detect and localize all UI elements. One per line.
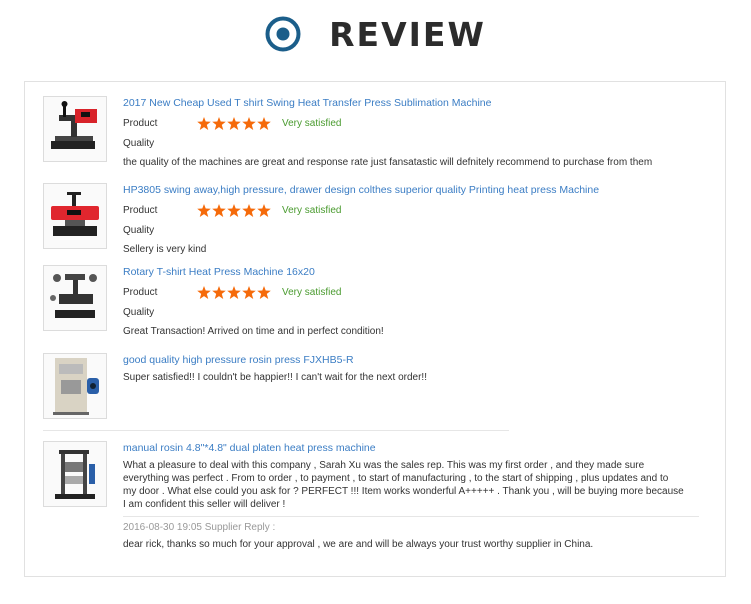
review-comment-line: my door . What else could you ask for ? … [123, 486, 684, 497]
reply-divider [123, 516, 699, 517]
quality-label: Quality [123, 225, 155, 236]
star-icon [212, 117, 226, 130]
review-comment-line: I am confident this seller will deliver … [123, 499, 286, 510]
star-icon [227, 204, 241, 217]
review-comment: Sellery is very kind [123, 244, 207, 255]
quality-label: Quality [123, 307, 155, 318]
rating-text: Very satisfied [282, 118, 342, 129]
review-comment: Great Transaction! Arrived on time and i… [123, 326, 384, 337]
review-item: manual rosin 4.8"*4.8" dual platen heat … [43, 441, 703, 561]
product-title-link[interactable]: manual rosin 4.8"*4.8" dual platen heat … [123, 441, 703, 455]
star-icon [257, 117, 271, 130]
product-title-link[interactable]: HP3805 swing away,high pressure, drawer … [123, 183, 703, 197]
star-icon [242, 204, 256, 217]
page-header: REVIEW [0, 14, 751, 54]
product-rating-row: Product Very satisfied [123, 204, 703, 217]
rating-text: Very satisfied [282, 205, 342, 216]
review-comment-line: everything was perfect . From to order ,… [123, 473, 669, 484]
page-title: REVIEW [329, 14, 486, 54]
product-thumbnail[interactable] [43, 353, 107, 419]
product-thumbnail[interactable] [43, 183, 107, 249]
product-title-link[interactable]: 2017 New Cheap Used T shirt Swing Heat T… [123, 96, 703, 110]
star-icon [242, 286, 256, 299]
star-icon [227, 117, 241, 130]
product-label: Product [123, 118, 158, 129]
product-rating-row: Product Very satisfied [123, 286, 703, 299]
review-item: 2017 New Cheap Used T shirt Swing Heat T… [43, 96, 703, 168]
star-icon [212, 204, 226, 217]
supplier-reply-meta: 2016-08-30 19:05 Supplier Reply : [123, 522, 276, 533]
review-comment: What a pleasure to deal with this compan… [123, 459, 703, 511]
star-icon [197, 117, 211, 130]
heat-press-image [51, 101, 97, 149]
rating-text: Very satisfied [282, 287, 342, 298]
heat-press-image [51, 192, 99, 236]
product-title-link[interactable]: good quality high pressure rosin press F… [123, 353, 703, 367]
review-item: good quality high pressure rosin press F… [43, 353, 703, 419]
review-comment-line: What a pleasure to deal with this compan… [123, 460, 645, 471]
rating-stars [197, 117, 272, 130]
product-title-link[interactable]: Rotary T-shirt Heat Press Machine 16x20 [123, 265, 703, 279]
heat-press-image [50, 274, 97, 318]
star-icon [227, 286, 241, 299]
review-comment: Super satisfied!! I couldn't be happier!… [123, 372, 427, 383]
review-comment: the quality of the machines are great an… [123, 157, 653, 168]
product-thumbnail[interactable] [43, 265, 107, 331]
star-icon [242, 117, 256, 130]
product-label: Product [123, 205, 158, 216]
reviews-panel: 2017 New Cheap Used T shirt Swing Heat T… [24, 81, 726, 577]
review-item: Rotary T-shirt Heat Press Machine 16x20 … [43, 265, 703, 337]
product-thumbnail[interactable] [43, 96, 107, 162]
product-rating-row: Product Very satisfied [123, 117, 703, 130]
supplier-reply-text: dear rick, thanks so much for your appro… [123, 539, 594, 550]
rosin-press-image [53, 358, 99, 415]
star-icon [197, 286, 211, 299]
star-icon [257, 204, 271, 217]
star-icon [197, 204, 211, 217]
product-thumbnail[interactable] [43, 441, 107, 507]
quality-label: Quality [123, 138, 155, 149]
rating-stars [197, 204, 272, 217]
rosin-press-image [55, 450, 95, 499]
target-logo-icon [265, 16, 301, 52]
review-divider [43, 430, 509, 431]
star-icon [257, 286, 271, 299]
star-icon [212, 286, 226, 299]
product-label: Product [123, 287, 158, 298]
rating-stars [197, 286, 272, 299]
review-item: HP3805 swing away,high pressure, drawer … [43, 183, 703, 255]
